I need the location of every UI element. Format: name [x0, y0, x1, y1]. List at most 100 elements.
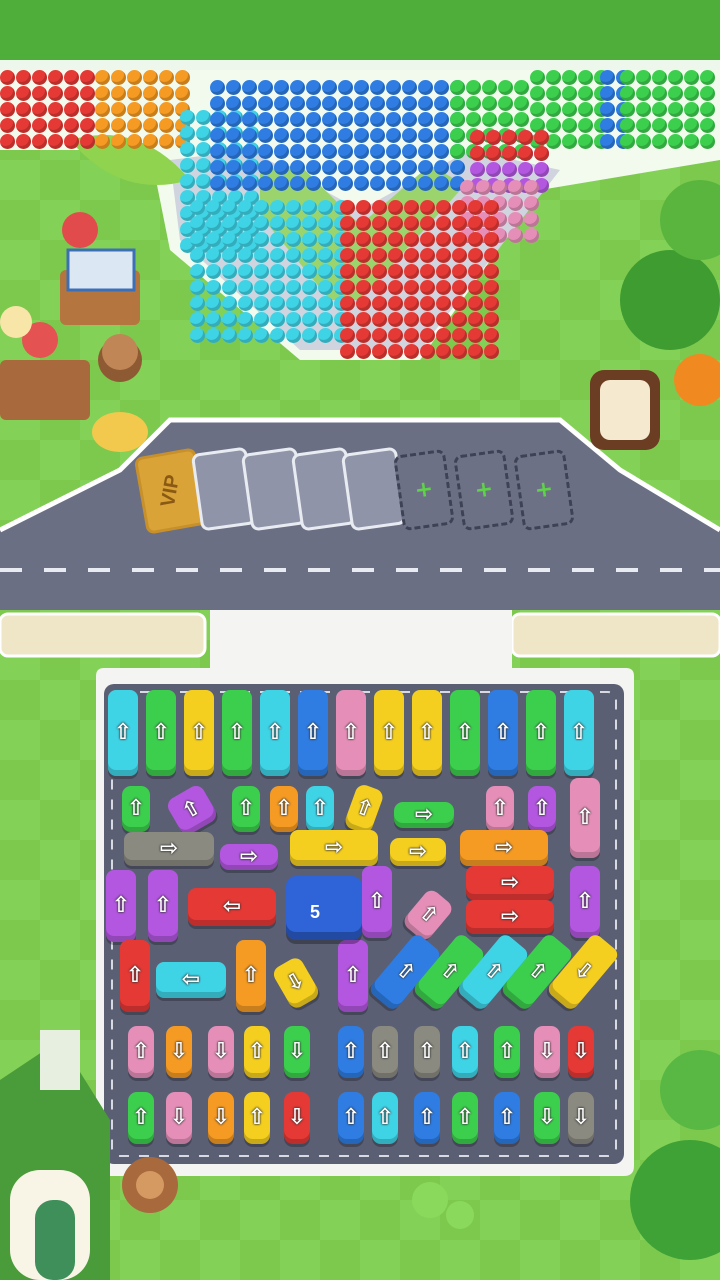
- bus-vehicle[interactable]: ⇧: [146, 690, 176, 776]
- car-vehicle[interactable]: ⇧: [338, 1026, 364, 1078]
- bus-vehicle[interactable]: ⇦: [188, 888, 276, 926]
- car-vehicle[interactable]: ⇨: [390, 838, 446, 866]
- direction-arrow-icon: ⇧: [227, 720, 247, 745]
- bus-vehicle[interactable]: ⇧: [222, 690, 252, 776]
- car-vehicle[interactable]: ⇩: [568, 1092, 594, 1144]
- passenger-figure: [210, 96, 225, 111]
- direction-arrow-icon: ⇧: [113, 720, 133, 745]
- bus-vehicle[interactable]: ⇧: [236, 940, 266, 1012]
- car-vehicle[interactable]: ⇧: [414, 1026, 440, 1078]
- car-vehicle[interactable]: ⇩: [166, 1092, 192, 1144]
- car-vehicle[interactable]: ⇧: [338, 1092, 364, 1144]
- direction-arrow-icon: ⇧: [247, 1039, 267, 1064]
- car-vehicle[interactable]: ⇧: [372, 1026, 398, 1078]
- locked-slot[interactable]: +: [452, 448, 516, 532]
- passenger-figure: [306, 80, 321, 95]
- passenger-figure: [498, 80, 513, 95]
- blue-truck[interactable]: 5: [286, 876, 362, 940]
- bus-vehicle[interactable]: ⇧: [106, 870, 136, 942]
- car-vehicle[interactable]: ⇧: [494, 1092, 520, 1144]
- passenger-figure: [318, 216, 333, 231]
- direction-arrow-icon: ⇧: [390, 956, 421, 988]
- passenger-figure: [450, 80, 465, 95]
- car-vehicle[interactable]: ⇧: [122, 786, 150, 832]
- passenger-figure: [16, 86, 31, 101]
- passenger-figure: [452, 328, 467, 343]
- car-vehicle[interactable]: ⇧: [452, 1026, 478, 1078]
- bus-vehicle[interactable]: ⇧: [108, 690, 138, 776]
- bus-vehicle[interactable]: ⇨: [290, 830, 378, 866]
- car-vehicle[interactable]: ⇧: [494, 1026, 520, 1078]
- bus-vehicle[interactable]: ⇧: [450, 690, 480, 776]
- passenger-figure: [420, 264, 435, 279]
- car-vehicle[interactable]: ⇩: [284, 1026, 310, 1078]
- passenger-figure: [242, 176, 257, 191]
- passenger-figure: [468, 200, 483, 215]
- bus-vehicle[interactable]: ⇧: [184, 690, 214, 776]
- locked-slot[interactable]: +: [512, 448, 576, 532]
- car-vehicle[interactable]: ⇩: [534, 1092, 560, 1144]
- car-vehicle[interactable]: ⇧: [372, 1092, 398, 1144]
- bus-vehicle[interactable]: ⇦: [156, 962, 226, 998]
- passenger-figure: [222, 232, 237, 247]
- car-vehicle[interactable]: ⇩: [534, 1026, 560, 1078]
- passenger-figure: [372, 280, 387, 295]
- passenger-figure: [254, 328, 269, 343]
- bus-vehicle[interactable]: ⇨: [466, 866, 554, 900]
- car-vehicle[interactable]: ⇧: [232, 786, 260, 832]
- bus-vehicle[interactable]: ⇧: [488, 690, 518, 776]
- car-vehicle[interactable]: ⇩: [568, 1026, 594, 1078]
- bus-vehicle[interactable]: ⇧: [298, 690, 328, 776]
- direction-arrow-icon: ⇧: [532, 796, 552, 821]
- passenger-figure: [302, 264, 317, 279]
- direction-arrow-icon: ⇧: [417, 720, 437, 745]
- car-vehicle[interactable]: ⇩: [208, 1092, 234, 1144]
- car-vehicle[interactable]: ⇩: [284, 1092, 310, 1144]
- bus-vehicle[interactable]: ⇧: [570, 866, 600, 938]
- bus-vehicle[interactable]: ⇧: [260, 690, 290, 776]
- passenger-figure: [242, 128, 257, 143]
- passenger-figure: [386, 144, 401, 159]
- car-vehicle[interactable]: ⇩: [166, 1026, 192, 1078]
- passenger-figure: [700, 86, 715, 101]
- car-vehicle[interactable]: ⇧: [244, 1026, 270, 1078]
- bus-vehicle[interactable]: ⇨: [460, 830, 548, 866]
- bus-vehicle[interactable]: ⇧: [120, 940, 150, 1012]
- car-vehicle[interactable]: ⇧: [306, 786, 334, 832]
- locked-slot[interactable]: +: [392, 448, 456, 532]
- bus-vehicle[interactable]: ⇧: [564, 690, 594, 776]
- passenger-figure: [340, 232, 355, 247]
- car-vehicle[interactable]: ⇧: [528, 786, 556, 832]
- direction-arrow-icon: ⇩: [571, 1105, 591, 1130]
- bus-vehicle[interactable]: ⇧: [148, 870, 178, 942]
- car-vehicle[interactable]: ⇨: [220, 844, 278, 870]
- passenger-figure: [238, 280, 253, 295]
- car-vehicle[interactable]: ⇨: [394, 802, 454, 828]
- car-vehicle[interactable]: ⇩: [208, 1026, 234, 1078]
- passenger-figure: [436, 264, 451, 279]
- bus-vehicle[interactable]: ⇧: [570, 778, 600, 858]
- bus-vehicle[interactable]: ⇨: [466, 900, 554, 934]
- car-vehicle[interactable]: ⇧: [128, 1026, 154, 1078]
- bus-vehicle[interactable]: ⇧: [338, 940, 368, 1012]
- bus-vehicle[interactable]: ⇧: [526, 690, 556, 776]
- passenger-figure: [290, 96, 305, 111]
- car-vehicle[interactable]: ⇧: [452, 1092, 478, 1144]
- bus-vehicle[interactable]: ⇧: [336, 690, 366, 776]
- passenger-figure: [372, 200, 387, 215]
- passenger-figure: [418, 80, 433, 95]
- bus-vehicle[interactable]: ⇨: [124, 832, 214, 866]
- passenger-figure: [420, 200, 435, 215]
- car-vehicle[interactable]: ⇧: [486, 786, 514, 832]
- passenger-figure: [64, 86, 79, 101]
- car-vehicle[interactable]: ⇧: [414, 1092, 440, 1144]
- bus-vehicle[interactable]: ⇧: [362, 866, 392, 938]
- car-vehicle[interactable]: ⇧: [244, 1092, 270, 1144]
- passenger-figure: [238, 216, 253, 231]
- car-vehicle[interactable]: ⇧: [270, 786, 298, 832]
- car-vehicle[interactable]: ⇧: [128, 1092, 154, 1144]
- bus-vehicle[interactable]: ⇧: [412, 690, 442, 776]
- passenger-figure: [196, 174, 211, 189]
- bus-vehicle[interactable]: ⇧: [374, 690, 404, 776]
- passenger-figure: [684, 70, 699, 85]
